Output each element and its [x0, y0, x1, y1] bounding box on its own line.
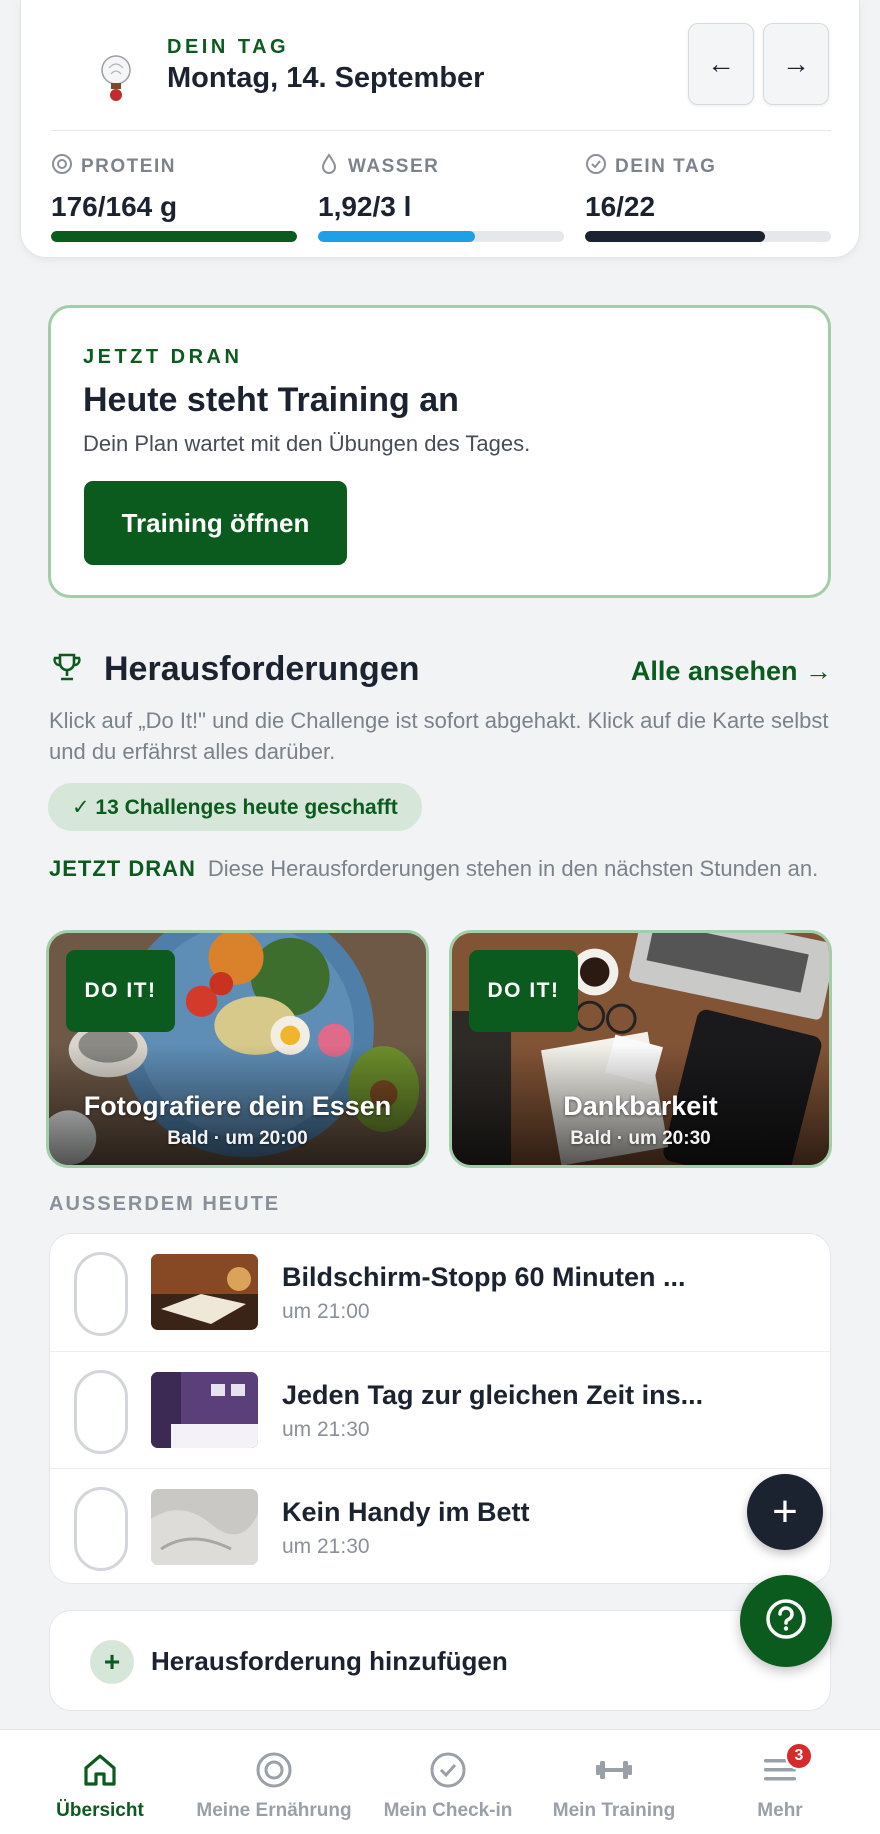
now-subtitle: Dein Plan wartet mit den Übungen des Tag…	[83, 431, 531, 456]
divider	[51, 130, 831, 131]
add-challenge-button[interactable]: + Herausforderung hinzufügen	[49, 1610, 831, 1711]
tile-time: Bald · um 20:30	[570, 1128, 711, 1149]
stat-protein: PROTEIN 176/164 g	[51, 153, 297, 242]
now-due-label: JETZT DRAN	[49, 856, 196, 881]
section-eyebrow: DEIN TAG	[167, 36, 290, 58]
stat-label: WASSER	[348, 156, 440, 177]
now-title: Heute steht Training an	[83, 381, 459, 419]
item-title: Bildschirm-Stopp 60 Minuten ...	[282, 1262, 686, 1292]
stat-value: 1,92/3 l	[318, 191, 412, 222]
progress-bar	[318, 231, 564, 242]
notification-badge: 3	[785, 1742, 813, 1770]
lightbulb-icon	[81, 42, 151, 112]
challenge-tile-gratitude[interactable]: DO IT! Dankbarkeit Bald · um 20:30	[449, 930, 832, 1168]
item-title: Kein Handy im Bett	[282, 1497, 530, 1527]
progress-bar	[585, 231, 831, 242]
nav-training[interactable]: Mein Training	[526, 1730, 702, 1834]
nav-nutrition[interactable]: Meine Ernährung	[186, 1730, 362, 1834]
bottom-navigation: Übersicht Meine Ernährung Mein Check-in …	[0, 1729, 880, 1834]
training-now-card: JETZT DRAN Heute steht Training an Dein …	[48, 305, 831, 598]
item-time: um 21:00	[282, 1300, 370, 1323]
stat-label: DEIN TAG	[615, 156, 717, 177]
also-today-label: AUSSERDEM HEUTE	[49, 1193, 281, 1215]
completed-challenges-badge: ✓ 13 Challenges heute geschafft	[48, 783, 422, 831]
check-circle-icon	[428, 1750, 468, 1790]
nav-overview[interactable]: Übersicht	[12, 1730, 188, 1834]
day-summary-card: DEIN TAG Montag, 14. September ← → PROTE…	[20, 0, 860, 258]
book-thumbnail	[151, 1254, 258, 1330]
item-title: Jeden Tag zur gleichen Zeit ins...	[282, 1380, 704, 1410]
current-date: Montag, 14. September	[167, 62, 485, 94]
tile-time: Bald · um 20:00	[167, 1128, 308, 1149]
stat-water: WASSER 1,92/3 l	[318, 153, 564, 242]
challenges-header: Herausforderungen	[50, 650, 420, 689]
list-item[interactable]: Kein Handy im Bett um 21:30	[50, 1468, 830, 1583]
nav-label: Übersicht	[56, 1800, 144, 1821]
nav-label: Mein Training	[552, 1800, 676, 1821]
nav-more[interactable]: 3 Mehr	[692, 1730, 868, 1834]
previous-day-button[interactable]: ←	[688, 23, 754, 105]
stat-value: 16/22	[585, 191, 656, 222]
nav-label: Mehr	[757, 1800, 803, 1821]
challenges-description: Klick auf „Do It!" und die Challenge ist…	[49, 708, 829, 764]
completion-toggle[interactable]	[74, 1370, 128, 1454]
nav-label: Meine Ernährung	[196, 1800, 352, 1821]
next-day-button[interactable]: →	[763, 23, 829, 105]
see-all-link[interactable]: Alle ansehen →	[631, 656, 832, 687]
challenge-list: Bildschirm-Stopp 60 Minuten ... um 21:00…	[49, 1233, 831, 1584]
list-item[interactable]: Bildschirm-Stopp 60 Minuten ... um 21:00	[50, 1234, 830, 1351]
now-eyebrow: JETZT DRAN	[83, 346, 243, 368]
now-due-line: JETZT DRAN Diese Herausforderungen stehen…	[49, 853, 849, 884]
plus-icon: +	[772, 1487, 798, 1536]
now-due-text: Diese Herausforderungen stehen in den nä…	[207, 856, 819, 881]
target-icon	[254, 1750, 294, 1790]
help-button[interactable]	[740, 1575, 832, 1667]
nav-checkin[interactable]: Mein Check-in	[360, 1730, 536, 1834]
tile-title: Dankbarkeit	[563, 1091, 718, 1121]
question-icon	[764, 1597, 808, 1646]
progress-fill	[318, 231, 476, 242]
stat-value: 176/164 g	[51, 191, 178, 222]
progress-fill	[585, 231, 765, 242]
trophy-icon	[50, 650, 84, 689]
check-circle-icon	[585, 153, 607, 181]
bedroom-thumbnail	[151, 1372, 258, 1448]
add-floating-button[interactable]: +	[747, 1474, 823, 1550]
arrow-right-icon: →	[782, 48, 810, 79]
do-it-button[interactable]: DO IT!	[66, 950, 175, 1032]
progress-bar	[51, 231, 297, 242]
progress-fill	[51, 231, 297, 242]
dumbbell-icon	[594, 1750, 634, 1790]
tile-title: Fotografiere dein Essen	[83, 1091, 392, 1121]
completion-toggle[interactable]	[74, 1487, 128, 1571]
challenge-tile-food-photo[interactable]: DO IT! Fotografiere dein Essen Bald · um…	[46, 930, 429, 1168]
bed-sheets-thumbnail	[151, 1489, 258, 1565]
challenges-title: Herausforderungen	[104, 650, 420, 688]
completion-toggle[interactable]	[74, 1252, 128, 1336]
target-icon	[51, 153, 73, 181]
add-challenge-label: Herausforderung hinzufügen	[151, 1646, 508, 1676]
nav-label: Mein Check-in	[383, 1800, 513, 1821]
do-it-button[interactable]: DO IT!	[469, 950, 578, 1032]
home-icon	[80, 1750, 120, 1790]
stat-label: PROTEIN	[81, 156, 176, 177]
item-time: um 21:30	[282, 1418, 370, 1441]
open-training-button[interactable]: Training öffnen	[84, 481, 347, 565]
list-item[interactable]: Jeden Tag zur gleichen Zeit ins... um 21…	[50, 1351, 830, 1468]
arrow-left-icon: ←	[707, 48, 735, 79]
drop-icon	[318, 153, 340, 181]
item-time: um 21:30	[282, 1535, 370, 1558]
plus-icon: +	[90, 1640, 134, 1684]
stat-day: DEIN TAG 16/22	[585, 153, 831, 242]
